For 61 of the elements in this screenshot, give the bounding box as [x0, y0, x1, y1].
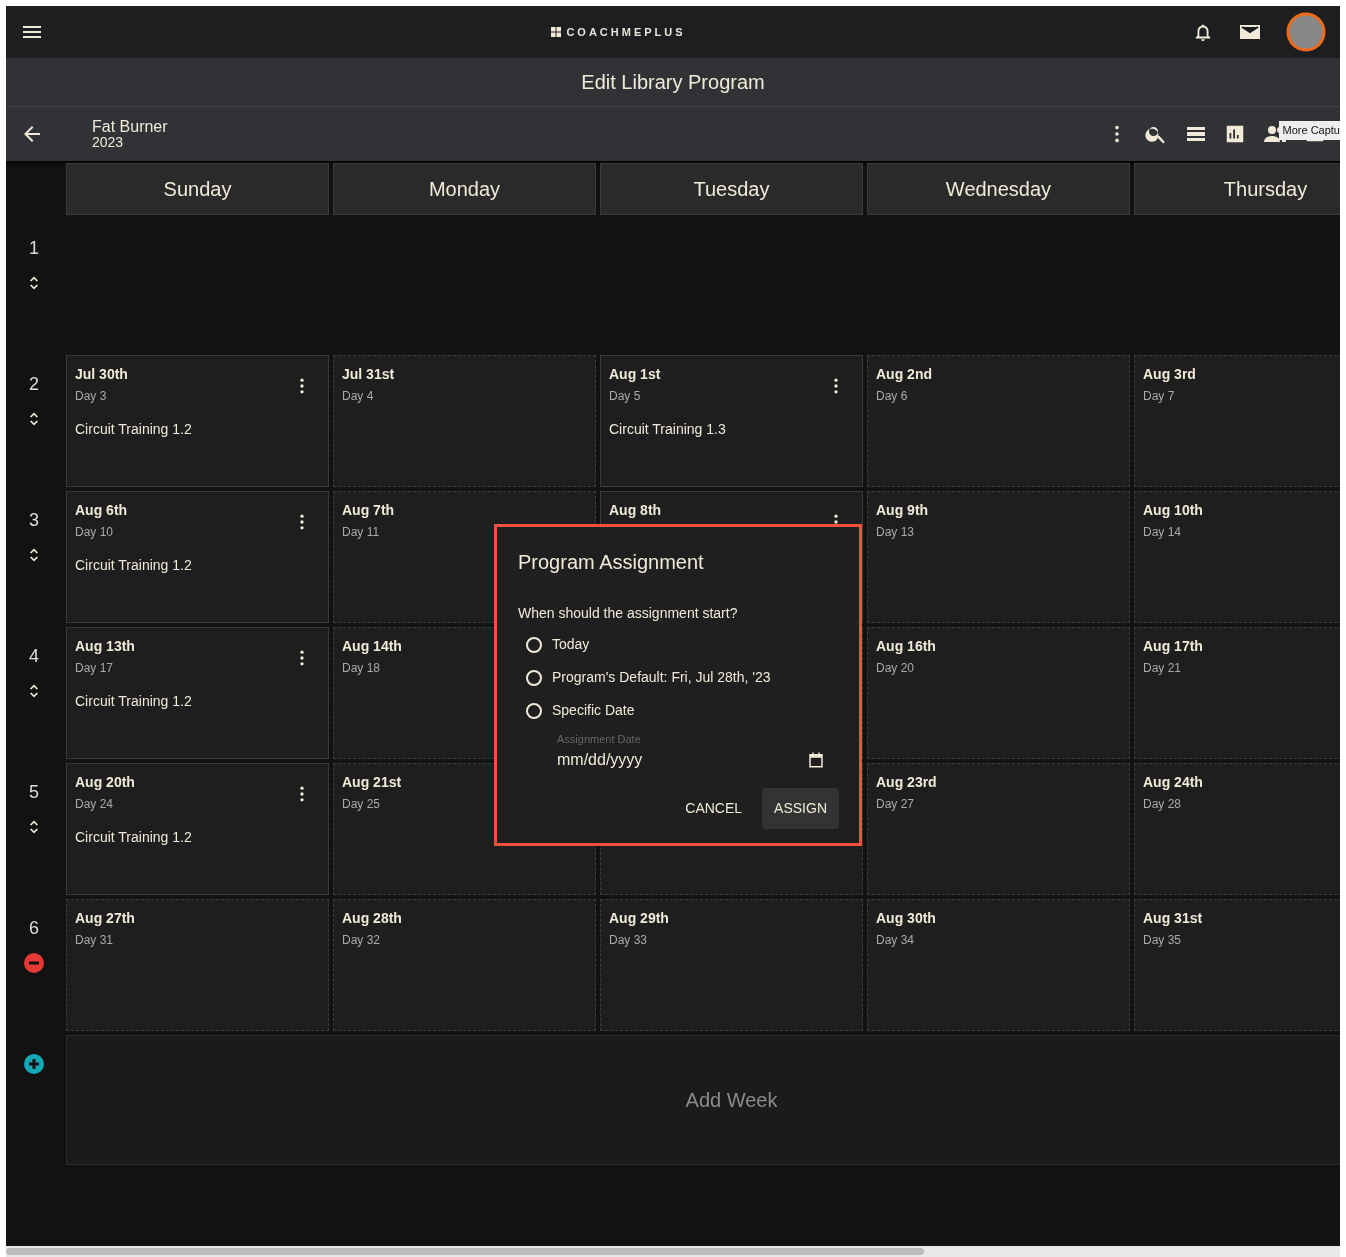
- cell-date: Aug 6th: [75, 501, 128, 520]
- cell-date: Aug 20th: [75, 773, 135, 792]
- cell-day: Day 10: [75, 523, 114, 541]
- cell-day: Day 27: [876, 795, 915, 813]
- cell-date: Aug 8th: [609, 501, 662, 520]
- cell-day: Day 28: [1143, 795, 1182, 813]
- cell-date: Aug 31st: [1143, 909, 1203, 928]
- cell-date: Aug 23rd: [876, 773, 937, 792]
- cell-date: Aug 7th: [342, 501, 395, 520]
- cell-day: Day 24: [75, 795, 114, 813]
- program-name: Fat Burner: [92, 117, 168, 136]
- cell-day: Day 34: [876, 931, 915, 949]
- cell-day: Day 11: [342, 523, 380, 541]
- cell-date: Aug 13th: [75, 637, 135, 656]
- week-number: 5: [29, 781, 39, 804]
- cell-day: Day 14: [1143, 523, 1182, 541]
- cell-day: Day 17: [75, 659, 114, 677]
- week-number: 3: [29, 509, 39, 532]
- cell-date: Aug 9th: [876, 501, 929, 520]
- cell-date: Aug 10th: [1143, 501, 1203, 520]
- cell-day: Day 25: [342, 795, 381, 813]
- cell-date: Aug 14th: [342, 637, 402, 656]
- cell-date: Jul 31st: [342, 365, 395, 384]
- cell-day: Day 18: [342, 659, 381, 677]
- week-number: 1: [29, 237, 39, 260]
- day-header: Thursday: [1134, 163, 1340, 215]
- cell-date: Aug 2nd: [876, 365, 932, 384]
- cell-date: Jul 30th: [75, 365, 128, 384]
- cell-day: Day 13: [876, 523, 915, 541]
- cell-day: Day 3: [75, 387, 107, 405]
- cell-day: Day 7: [1143, 387, 1175, 405]
- week-number: 2: [29, 373, 39, 396]
- cell-date: Aug 28th: [342, 909, 402, 928]
- cell-day: Day 32: [342, 931, 381, 949]
- logo-text: COACHMEPLUS: [566, 24, 686, 40]
- day-header: Tuesday: [600, 163, 863, 215]
- cell-date: Aug 3rd: [1143, 365, 1196, 384]
- day-header: Monday: [333, 163, 596, 215]
- cell-date: Aug 1st: [609, 365, 661, 384]
- week-number: 4: [29, 645, 39, 668]
- cell-day: Day 31: [75, 931, 114, 949]
- cell-date: Aug 21st: [342, 773, 402, 792]
- week-number: 6: [29, 917, 39, 940]
- cell-date: Aug 27th: [75, 909, 135, 928]
- cell-date: Aug 16th: [876, 637, 936, 656]
- cell-day: Day 35: [1143, 931, 1182, 949]
- day-header: Sunday: [66, 163, 329, 215]
- cell-date: Aug 29th: [609, 909, 669, 928]
- cell-day: Day 4: [342, 387, 374, 405]
- cell-day: Day 5: [609, 387, 641, 405]
- cell-date: Aug 17th: [1143, 637, 1203, 656]
- cell-date: Aug 30th: [876, 909, 936, 928]
- page-title: Edit Library Program: [581, 70, 765, 95]
- cell-day: Day 6: [876, 387, 908, 405]
- program-year: 2023: [92, 135, 125, 151]
- cell-date: Aug 24th: [1143, 773, 1203, 792]
- cell-day: Day 21: [1143, 659, 1182, 677]
- cell-day: Day 20: [876, 659, 915, 677]
- tooltip: More Captu: [1278, 121, 1340, 140]
- cell-day: Day 33: [609, 931, 648, 949]
- day-header: Wednesday: [867, 163, 1130, 215]
